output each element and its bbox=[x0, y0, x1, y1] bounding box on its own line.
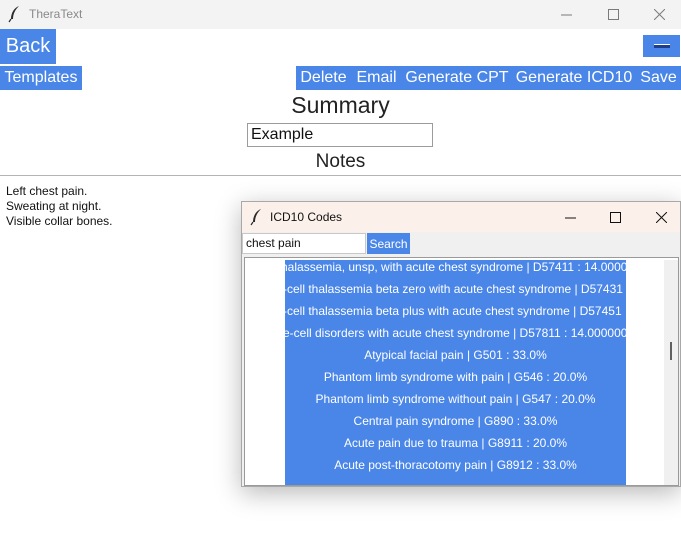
templates-button[interactable]: Templates bbox=[0, 66, 82, 90]
list-item[interactable]: Phantom limb syndrome without pain | G54… bbox=[285, 392, 626, 414]
maximize-icon bbox=[609, 211, 621, 223]
list-item[interactable]: e-cell disorders with acute chest syndro… bbox=[285, 326, 626, 348]
notes-line: Left chest pain. bbox=[6, 184, 88, 198]
list-item[interactable]: -cell thalassemia beta zero with acute c… bbox=[285, 282, 626, 304]
delete-button[interactable]: Delete bbox=[296, 66, 351, 90]
results-scrollbar[interactable] bbox=[664, 260, 678, 485]
search-input[interactable]: chest pain bbox=[242, 233, 366, 254]
list-item[interactable]: Phantom limb syndrome with pain | G546 :… bbox=[285, 370, 626, 392]
generate-cpt-button[interactable]: Generate CPT bbox=[402, 66, 512, 90]
feather-icon bbox=[8, 6, 19, 23]
notes-heading: Notes bbox=[315, 151, 366, 172]
divider bbox=[0, 175, 681, 176]
search-button[interactable]: Search bbox=[367, 233, 410, 254]
dialog-titlebar: ICD10 Codes bbox=[242, 202, 680, 232]
minimize-icon bbox=[560, 14, 572, 16]
maximize-icon bbox=[607, 9, 619, 20]
dialog-minimize-button[interactable] bbox=[547, 202, 593, 232]
window-title: TheraText bbox=[29, 7, 83, 21]
notes-line: Sweating at night. bbox=[6, 199, 102, 213]
results-list: halassemia, unsp, with acute chest syndr… bbox=[285, 260, 626, 485]
notes-line: Visible collar bones. bbox=[6, 214, 113, 228]
maximize-button[interactable] bbox=[590, 0, 636, 29]
dialog-maximize-button[interactable] bbox=[592, 202, 638, 232]
back-button[interactable]: Back bbox=[0, 29, 56, 64]
summary-input[interactable]: Example bbox=[247, 123, 433, 147]
list-item[interactable]: Acute pain due to trauma | G8911 : 20.0% bbox=[285, 436, 626, 458]
scrollbar-thumb[interactable] bbox=[670, 342, 672, 360]
summary-heading: Summary bbox=[291, 92, 390, 118]
menu-button[interactable] bbox=[643, 35, 680, 57]
dialog-title: ICD10 Codes bbox=[270, 210, 343, 224]
list-item[interactable]: -cell thalassemia beta plus with acute c… bbox=[285, 304, 626, 326]
close-button[interactable] bbox=[636, 0, 681, 29]
feather-icon bbox=[250, 209, 261, 226]
close-icon bbox=[655, 211, 667, 223]
results-listbox[interactable]: halassemia, unsp, with acute chest syndr… bbox=[244, 257, 679, 486]
save-button[interactable]: Save bbox=[636, 66, 681, 90]
dialog-close-button[interactable] bbox=[638, 202, 681, 232]
list-item[interactable]: halassemia, unsp, with acute chest syndr… bbox=[285, 260, 626, 282]
email-button[interactable]: Email bbox=[351, 66, 402, 90]
close-icon bbox=[653, 9, 665, 20]
list-item[interactable]: Central pain syndrome | G890 : 33.0% bbox=[285, 414, 626, 436]
list-item[interactable]: Acute post-thoracotomy pain | G8912 : 33… bbox=[285, 458, 626, 480]
list-item[interactable]: Atypical facial pain | G501 : 33.0% bbox=[285, 348, 626, 370]
window-titlebar: TheraText bbox=[0, 0, 681, 29]
generate-icd10-button[interactable]: Generate ICD10 bbox=[512, 66, 636, 90]
minimize-icon bbox=[564, 217, 576, 218]
minimize-button[interactable] bbox=[543, 0, 589, 29]
icd10-dialog: ICD10 Codes chest pain Search halassemia… bbox=[241, 201, 681, 487]
menu-icon bbox=[653, 44, 670, 48]
